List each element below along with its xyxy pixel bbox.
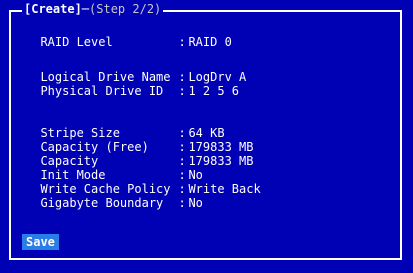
field-raid-level[interactable]: RAID Level: RAID 0	[26, 21, 232, 49]
field-value: RAID 0	[188, 35, 232, 49]
field-gigabyte-boundary[interactable]: Gigabyte Boundary: No	[26, 182, 203, 210]
field-value: No	[188, 196, 203, 210]
dialog-title-label: [Create]	[24, 2, 82, 16]
dialog-title: [Create]─(Step 2/2)	[22, 2, 164, 16]
save-button[interactable]: Save	[22, 234, 59, 250]
field-label: Gigabyte Boundary	[40, 196, 164, 210]
field-label: Physical Drive ID	[40, 84, 164, 98]
field-physical-drive-id[interactable]: Physical Drive ID:1 2 5 6	[26, 70, 239, 98]
field-label: RAID Level	[40, 35, 113, 49]
step-indicator: (Step 2/2)	[89, 2, 162, 16]
field-value: 1 2 5 6	[188, 84, 240, 98]
